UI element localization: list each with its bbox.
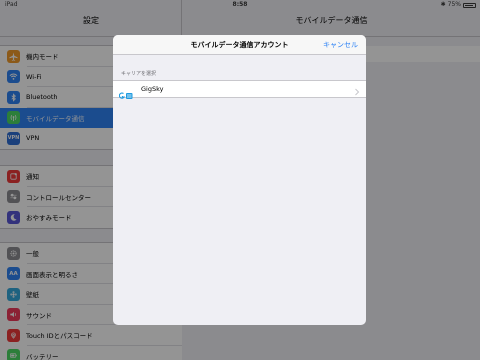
carrier-name: GigSky xyxy=(141,85,164,93)
carrier-row-gigsky[interactable]: GigSky xyxy=(113,80,366,99)
status-right: ✱ 75% xyxy=(441,0,476,10)
status-time: 8:58 xyxy=(232,1,248,8)
chevron-right-icon xyxy=(354,83,360,96)
section-header: キャリアを選択 xyxy=(121,71,157,77)
status-bar: iPad 8:58 ✱ 75% xyxy=(0,0,480,10)
battery-icon xyxy=(463,2,476,8)
gigsky-logo-icon xyxy=(118,85,133,99)
cancel-button[interactable]: キャンセル xyxy=(323,35,358,55)
carrier-account-sheet: モバイルデータ通信アカウント キャンセル キャリアを選択 GigSky xyxy=(113,35,366,325)
battery-percent: 75% xyxy=(447,1,461,8)
bluetooth-status-icon: ✱ xyxy=(440,1,446,8)
sheet-header: モバイルデータ通信アカウント キャンセル xyxy=(113,35,366,55)
